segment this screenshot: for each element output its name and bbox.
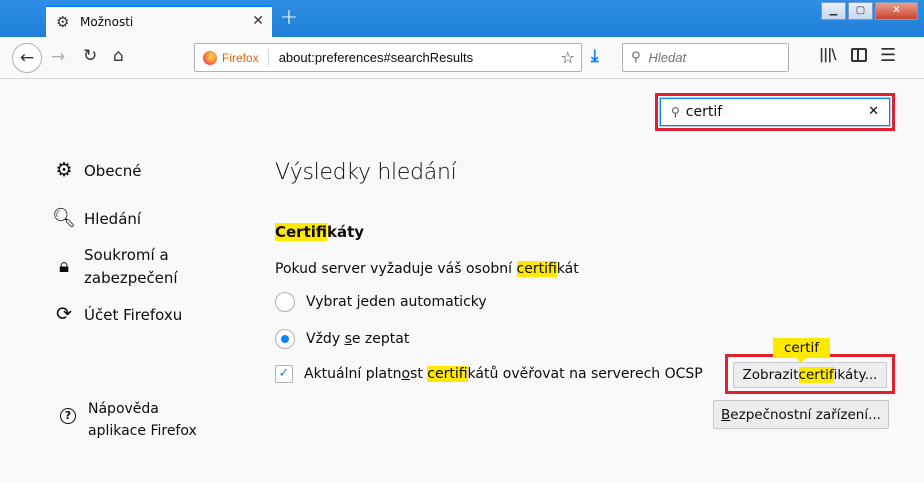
ocsp-label-pre: Aktuální platn — [304, 366, 402, 382]
help-label-line1: Nápověda — [88, 401, 159, 417]
firefox-logo-icon — [203, 50, 217, 65]
url-input[interactable]: about:preferences#searchResults — [279, 50, 473, 65]
preferences-search-input[interactable]: ⚲ certif ✕ — [660, 98, 890, 126]
sidebar-item-search[interactable]: 🔍︎ Hledání — [52, 208, 141, 231]
tab-title: Možnosti — [80, 15, 134, 29]
annotation-highlight-box: Zobrazit certif ikáty... — [725, 354, 895, 394]
section-title-rest: ikáty — [327, 223, 365, 241]
ocsp-label-accesskey: o — [401, 366, 411, 382]
button-label-post: ikáty... — [833, 367, 878, 383]
search-highlight: certif — [516, 261, 557, 277]
maximize-button[interactable]: ▢ — [848, 2, 873, 20]
back-button[interactable]: ← — [12, 43, 42, 73]
preferences-search-value: certif — [685, 104, 723, 120]
minimize-button[interactable]: ▁ — [821, 2, 846, 20]
tab-strip: ⚙ Možnosti ✕ + ▁ ▢ ✕ — [0, 0, 924, 37]
identity-label: Firefox — [222, 50, 259, 65]
tab-preferences[interactable]: ⚙ Možnosti ✕ — [46, 5, 272, 37]
search-icon: ⚲ — [631, 50, 641, 65]
annotation-highlight-box: ⚲ certif ✕ — [655, 93, 895, 131]
url-bar[interactable]: Firefox about:preferences#searchResults … — [194, 43, 582, 72]
search-icon: 🔍︎ — [52, 207, 77, 229]
page-title: Výsledky hledání — [275, 160, 457, 185]
sidebar-item-label-line1: Soukromí a — [84, 246, 169, 264]
gear-icon: ⚙ — [56, 13, 70, 31]
radio-label-accesskey: s — [344, 331, 352, 347]
sync-icon: ⟳ — [56, 303, 72, 325]
checkbox-label: Aktuální platnost certifikátů ověřovat n… — [304, 366, 703, 382]
gear-icon: ⚙ — [55, 159, 73, 181]
window-close-button[interactable]: ✕ — [875, 2, 918, 20]
radio-label-post: e zeptat — [351, 331, 410, 347]
sidebar-item-general[interactable]: ⚙ Obecné — [52, 159, 142, 183]
search-highlight: certif — [798, 367, 834, 383]
sidebar-item-label: Obecné — [84, 162, 142, 180]
radio-select-automatically[interactable]: Vybrat jeden automaticky — [275, 292, 487, 312]
checkbox-checked[interactable]: ✓ — [275, 365, 293, 383]
bookmark-star-icon[interactable]: ☆ — [561, 48, 575, 67]
web-search-bar[interactable]: ⚲ Hledat — [622, 43, 789, 72]
hamburger-menu-icon[interactable]: ☰ — [880, 45, 896, 66]
ocsp-label-post: ikátů ověřovat na serverech OCSP — [467, 366, 703, 382]
clear-search-icon[interactable]: ✕ — [868, 104, 879, 119]
ocsp-label-mid: st — [410, 366, 428, 382]
security-devices-button[interactable]: Bezpečnostní zařízení... — [713, 400, 889, 429]
radio-label: Vybrat jeden automaticky — [306, 294, 487, 310]
library-icon[interactable]: |||\ — [819, 47, 836, 63]
download-icon[interactable]: ⤓ — [591, 46, 599, 66]
reload-button[interactable]: ↻ — [83, 46, 97, 66]
sidebar-item-label: Účet Firefoxu — [84, 306, 183, 324]
button-label-rest: ezpečnostní zařízení... — [730, 406, 881, 423]
radio-ask-every-time[interactable]: Vždy se zeptat — [275, 329, 409, 349]
close-tab-icon[interactable]: ✕ — [252, 13, 264, 29]
web-search-placeholder: Hledat — [648, 50, 687, 65]
sidebar-item-privacy[interactable]: 🔒︎ Soukromí a zabezpečení — [52, 244, 178, 290]
forward-button[interactable]: → — [51, 47, 65, 67]
url-separator — [267, 48, 269, 67]
lock-icon: 🔒︎ — [58, 255, 70, 277]
radio-label-pre: Vždy — [306, 331, 345, 347]
description-pre: Pokud server vyžaduje váš osobní — [275, 261, 517, 277]
sidebar-item-sync[interactable]: ⟳ Účet Firefoxu — [52, 304, 182, 327]
radio-button[interactable] — [275, 292, 295, 312]
window-controls: ▁ ▢ ✕ — [819, 2, 918, 20]
search-highlight: certif — [427, 366, 468, 382]
navigation-toolbar: ← → ↻ ⌂ Firefox about:preferences#search… — [0, 37, 924, 79]
sidebar-item-label-line2: zabezpečení — [84, 269, 178, 287]
radio-label: Vždy se zeptat — [306, 331, 409, 347]
search-match-tooltip: certif — [773, 338, 830, 363]
search-icon: ⚲ — [671, 105, 680, 119]
view-certificates-button[interactable]: Zobrazit certif ikáty... — [733, 362, 887, 388]
help-link[interactable]: ? Nápověda aplikace Firefox — [60, 398, 197, 442]
new-tab-button[interactable]: + — [278, 6, 300, 30]
certificates-description: Pokud server vyžaduje váš osobní certifi… — [275, 261, 579, 277]
help-label-line2: aplikace Firefox — [88, 423, 197, 439]
radio-button-selected[interactable] — [275, 329, 295, 349]
checkbox-ocsp[interactable]: ✓ Aktuální platnost certifikátů ověřovat… — [275, 365, 703, 383]
section-title-certificates: Certifikáty — [275, 223, 364, 241]
home-button[interactable]: ⌂ — [113, 46, 124, 66]
button-accesskey: B — [721, 406, 731, 423]
sidebar-icon[interactable] — [851, 48, 867, 62]
button-label-pre: Zobrazit — [742, 367, 799, 383]
description-post: ikát — [556, 261, 579, 277]
sidebar-item-label: Hledání — [84, 210, 142, 228]
search-highlight: Certif — [275, 223, 328, 241]
help-icon: ? — [60, 408, 76, 424]
